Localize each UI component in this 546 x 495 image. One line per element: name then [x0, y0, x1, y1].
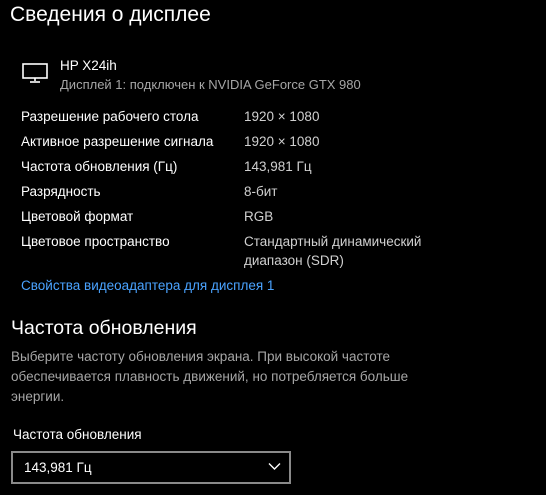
monitor-icon: [22, 63, 48, 83]
info-value: 143,981 Гц: [244, 159, 312, 174]
info-label: Разрядность: [21, 184, 101, 199]
info-label: Цветовое пространство: [21, 234, 170, 249]
info-label: Разрешение рабочего стола: [21, 109, 199, 124]
refresh-rate-selected-value: 143,981 Гц: [24, 460, 92, 475]
refresh-rate-field-label: Частота обновления: [13, 427, 142, 442]
info-label: Активное разрешение сигнала: [21, 134, 214, 149]
monitor-connection-description: Дисплей 1: подключен к NVIDIA GeForce GT…: [60, 77, 361, 92]
display-adapter-properties-link[interactable]: Свойства видеоадаптера для дисплея 1: [21, 277, 274, 295]
info-value: 1920 × 1080: [244, 134, 320, 149]
monitor-name: HP X24ih: [60, 58, 117, 73]
refresh-rate-description: Выберите частоту обновления экрана. При …: [11, 349, 409, 404]
info-label: Цветовой формат: [21, 209, 134, 224]
info-value: 8-бит: [244, 184, 278, 199]
info-value: RGB: [244, 209, 274, 224]
info-value: Стандартный динамический диапазон (SDR): [244, 234, 422, 268]
page-title: Сведения о дисплее: [10, 3, 211, 26]
info-label: Частота обновления (Гц): [21, 159, 178, 174]
refresh-rate-section-title: Частота обновления: [11, 317, 197, 339]
refresh-rate-dropdown[interactable]: 143,981 Гц: [11, 451, 291, 484]
chevron-down-icon: [268, 463, 281, 470]
info-value: 1920 × 1080: [244, 109, 320, 124]
